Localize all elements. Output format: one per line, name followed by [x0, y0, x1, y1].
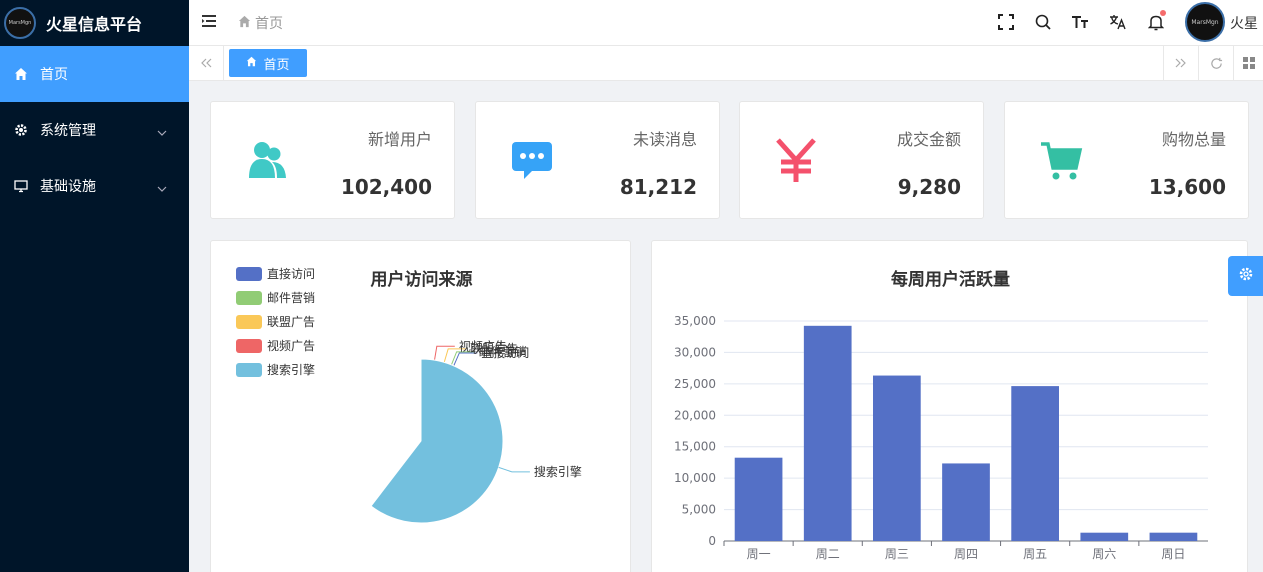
sidebar-item-label: 系统管理 — [40, 123, 96, 139]
notification-badge — [1160, 10, 1166, 16]
bar[interactable] — [1080, 532, 1129, 541]
stat-value: 9,280 — [897, 175, 961, 199]
stat-value: 102,400 — [340, 175, 432, 199]
sidebar-item-infra[interactable]: 基础设施 — [0, 158, 189, 214]
bar[interactable] — [942, 463, 990, 541]
pie-chart-card: 用户访问来源 直接访问 邮件营销 联盟广告 视频广告 搜索引擎 直接访问 邮件营销… — [210, 240, 631, 572]
y-tick-label: 25,000 — [674, 377, 716, 391]
gear-icon — [14, 123, 32, 137]
pie-chart: 直接访问邮件营销联盟广告视频广告搜索引擎 — [370, 338, 582, 524]
stat-card-transaction-amount[interactable]: 成交金额 9,280 — [739, 101, 984, 219]
bar[interactable] — [803, 325, 852, 541]
monitor-icon — [14, 179, 32, 193]
avatar[interactable]: MarsMgn — [1185, 2, 1225, 42]
grid-menu-icon[interactable] — [1233, 46, 1263, 80]
pie-label: 视频广告 — [459, 338, 507, 353]
font-size-icon[interactable] — [1070, 12, 1090, 32]
stat-card-shopping-total[interactable]: 购物总量 13,600 — [1004, 101, 1249, 219]
stat-label: 购物总量 — [1161, 130, 1226, 149]
x-tick-label: 周四 — [954, 547, 978, 561]
home-icon — [238, 15, 255, 32]
stat-card-new-users[interactable]: 新增用户 102,400 — [210, 101, 455, 219]
y-tick-label: 30,000 — [674, 345, 716, 359]
x-tick-label: 周一 — [747, 547, 771, 561]
home-icon — [246, 56, 263, 71]
refresh-icon[interactable] — [1198, 46, 1233, 80]
users-icon — [245, 138, 289, 182]
y-tick-label: 5,000 — [682, 503, 716, 517]
bell-icon[interactable] — [1146, 10, 1166, 32]
app-title: 火星信息平台 — [46, 15, 143, 34]
bar[interactable] — [873, 375, 921, 541]
yen-icon — [774, 138, 818, 182]
x-tick-label: 周五 — [1023, 547, 1047, 561]
menu-fold-icon[interactable] — [201, 14, 217, 32]
stat-value: 13,600 — [1148, 175, 1226, 199]
app-logo: MarsMgn — [4, 7, 36, 39]
search-icon[interactable] — [1033, 12, 1053, 32]
double-chevron-right-icon[interactable] — [1163, 46, 1198, 80]
sidebar-item-system[interactable]: 系统管理 — [0, 102, 189, 158]
pie-label-line — [498, 466, 530, 473]
x-tick-label: 周日 — [1161, 547, 1185, 561]
pie-slice[interactable] — [370, 358, 504, 524]
breadcrumb: 首页 — [238, 13, 283, 33]
stat-label: 未读消息 — [632, 130, 697, 149]
tabs-bar: 首页 — [189, 46, 1263, 81]
double-chevron-left-icon[interactable] — [189, 46, 224, 80]
username[interactable]: 火星 — [1230, 13, 1258, 33]
sidebar-item-home[interactable]: 首页 — [0, 46, 189, 102]
y-tick-label: 20,000 — [674, 408, 716, 422]
logo-row[interactable]: MarsMgn 火星信息平台 — [0, 0, 189, 46]
tab-label: 首页 — [263, 57, 290, 73]
message-icon — [510, 138, 554, 182]
stat-value: 81,212 — [619, 175, 697, 199]
stat-label: 成交金额 — [896, 130, 961, 149]
gear-icon — [1238, 266, 1254, 286]
stat-label: 新增用户 — [367, 130, 432, 149]
y-tick-label: 35,000 — [674, 314, 716, 328]
bar-chart-card: 每周用户活跃量 0 5,000 10,000 15,000 20,000 25,000 30… — [651, 240, 1248, 572]
bar-chart: 0 5,000 10,000 15,000 20,000 25,000 30,000 35,0… — [674, 314, 1208, 561]
chevron-down-icon — [157, 180, 167, 196]
bar[interactable] — [1149, 532, 1198, 541]
sidebar-item-label: 首页 — [40, 67, 68, 83]
y-tick-label: 0 — [708, 534, 716, 548]
y-tick-label: 10,000 — [674, 471, 716, 485]
sidebar: MarsMgn 火星信息平台 首页 系统管理 基础设施 — [0, 0, 189, 572]
x-tick-label: 周三 — [885, 547, 909, 561]
settings-float-button[interactable] — [1228, 256, 1263, 296]
cart-icon — [1039, 138, 1083, 182]
tab-home[interactable]: 首页 — [229, 49, 307, 77]
bar[interactable] — [1011, 386, 1059, 541]
stat-card-unread-messages[interactable]: 未读消息 81,212 — [475, 101, 720, 219]
bar[interactable] — [734, 457, 783, 541]
sidebar-item-label: 基础设施 — [40, 179, 96, 195]
x-tick-label: 周二 — [816, 547, 840, 561]
home-icon — [14, 67, 32, 81]
x-tick-label: 周六 — [1092, 547, 1116, 561]
pie-label-line — [434, 345, 455, 361]
y-tick-label: 15,000 — [674, 440, 716, 454]
top-header: 首页 MarsMgn 火星 — [189, 0, 1263, 46]
chevron-down-icon — [157, 124, 167, 140]
fullscreen-icon[interactable] — [996, 12, 1016, 32]
pie-label: 搜索引擎 — [534, 464, 582, 479]
breadcrumb-label: 首页 — [255, 16, 283, 32]
translate-icon[interactable] — [1108, 12, 1128, 32]
